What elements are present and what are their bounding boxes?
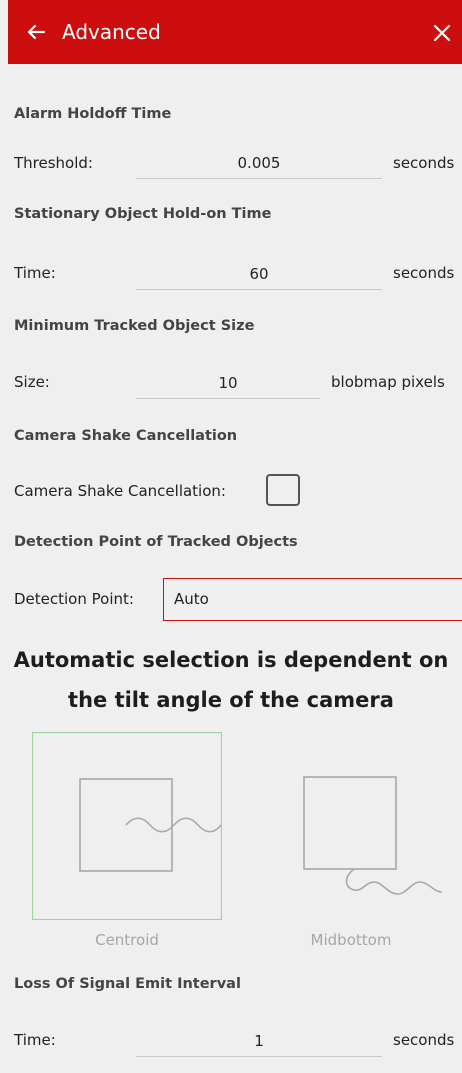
- centroid-wave-icon: [125, 817, 222, 833]
- threshold-label: Threshold:: [14, 154, 93, 172]
- back-arrow-icon[interactable]: [22, 18, 50, 46]
- threshold-unit: seconds: [393, 154, 455, 172]
- midbottom-label: Midbottom: [310, 931, 392, 949]
- size-label: Size:: [14, 373, 50, 391]
- detection-point-title: Detection Point of Tracked Objects: [14, 534, 298, 550]
- auto-selection-heading-line2: the tilt angle of the camera: [68, 688, 394, 712]
- stationary-title: Stationary Object Hold-on Time: [14, 206, 272, 222]
- midbottom-option[interactable]: [256, 732, 446, 920]
- loss-of-signal-title: Loss Of Signal Emit Interval: [14, 976, 241, 992]
- header-bar: Advanced: [8, 0, 462, 64]
- detection-point-select[interactable]: Auto: [163, 578, 462, 621]
- threshold-input[interactable]: 0.005: [136, 148, 382, 179]
- camera-shake-checkbox[interactable]: [266, 474, 300, 506]
- loss-of-signal-time-unit: seconds: [393, 1031, 455, 1049]
- close-icon[interactable]: [430, 18, 454, 46]
- midbottom-box-icon: [303, 776, 397, 870]
- loss-of-signal-time-input[interactable]: 1: [136, 1026, 382, 1057]
- midbottom-wave-icon: [345, 868, 443, 895]
- size-input[interactable]: 10: [136, 368, 320, 399]
- camera-shake-title: Camera Shake Cancellation: [14, 428, 238, 444]
- camera-shake-label: Camera Shake Cancellation:: [14, 482, 226, 500]
- page-title: Advanced: [62, 20, 161, 44]
- stationary-time-input[interactable]: 60: [136, 259, 382, 290]
- detection-point-label: Detection Point:: [14, 590, 134, 608]
- min-size-title: Minimum Tracked Object Size: [14, 318, 255, 334]
- stationary-time-unit: seconds: [393, 264, 455, 282]
- centroid-highlight-frame: [32, 732, 222, 920]
- auto-selection-heading-line1: Automatic selection is dependent on: [13, 648, 449, 672]
- stationary-time-label: Time:: [14, 264, 56, 282]
- alarm-holdoff-title: Alarm Holdoff Time: [14, 106, 172, 122]
- size-unit: blobmap pixels: [331, 373, 445, 391]
- centroid-option[interactable]: [32, 732, 222, 920]
- loss-of-signal-time-label: Time:: [14, 1031, 56, 1049]
- centroid-label: Centroid: [95, 931, 159, 949]
